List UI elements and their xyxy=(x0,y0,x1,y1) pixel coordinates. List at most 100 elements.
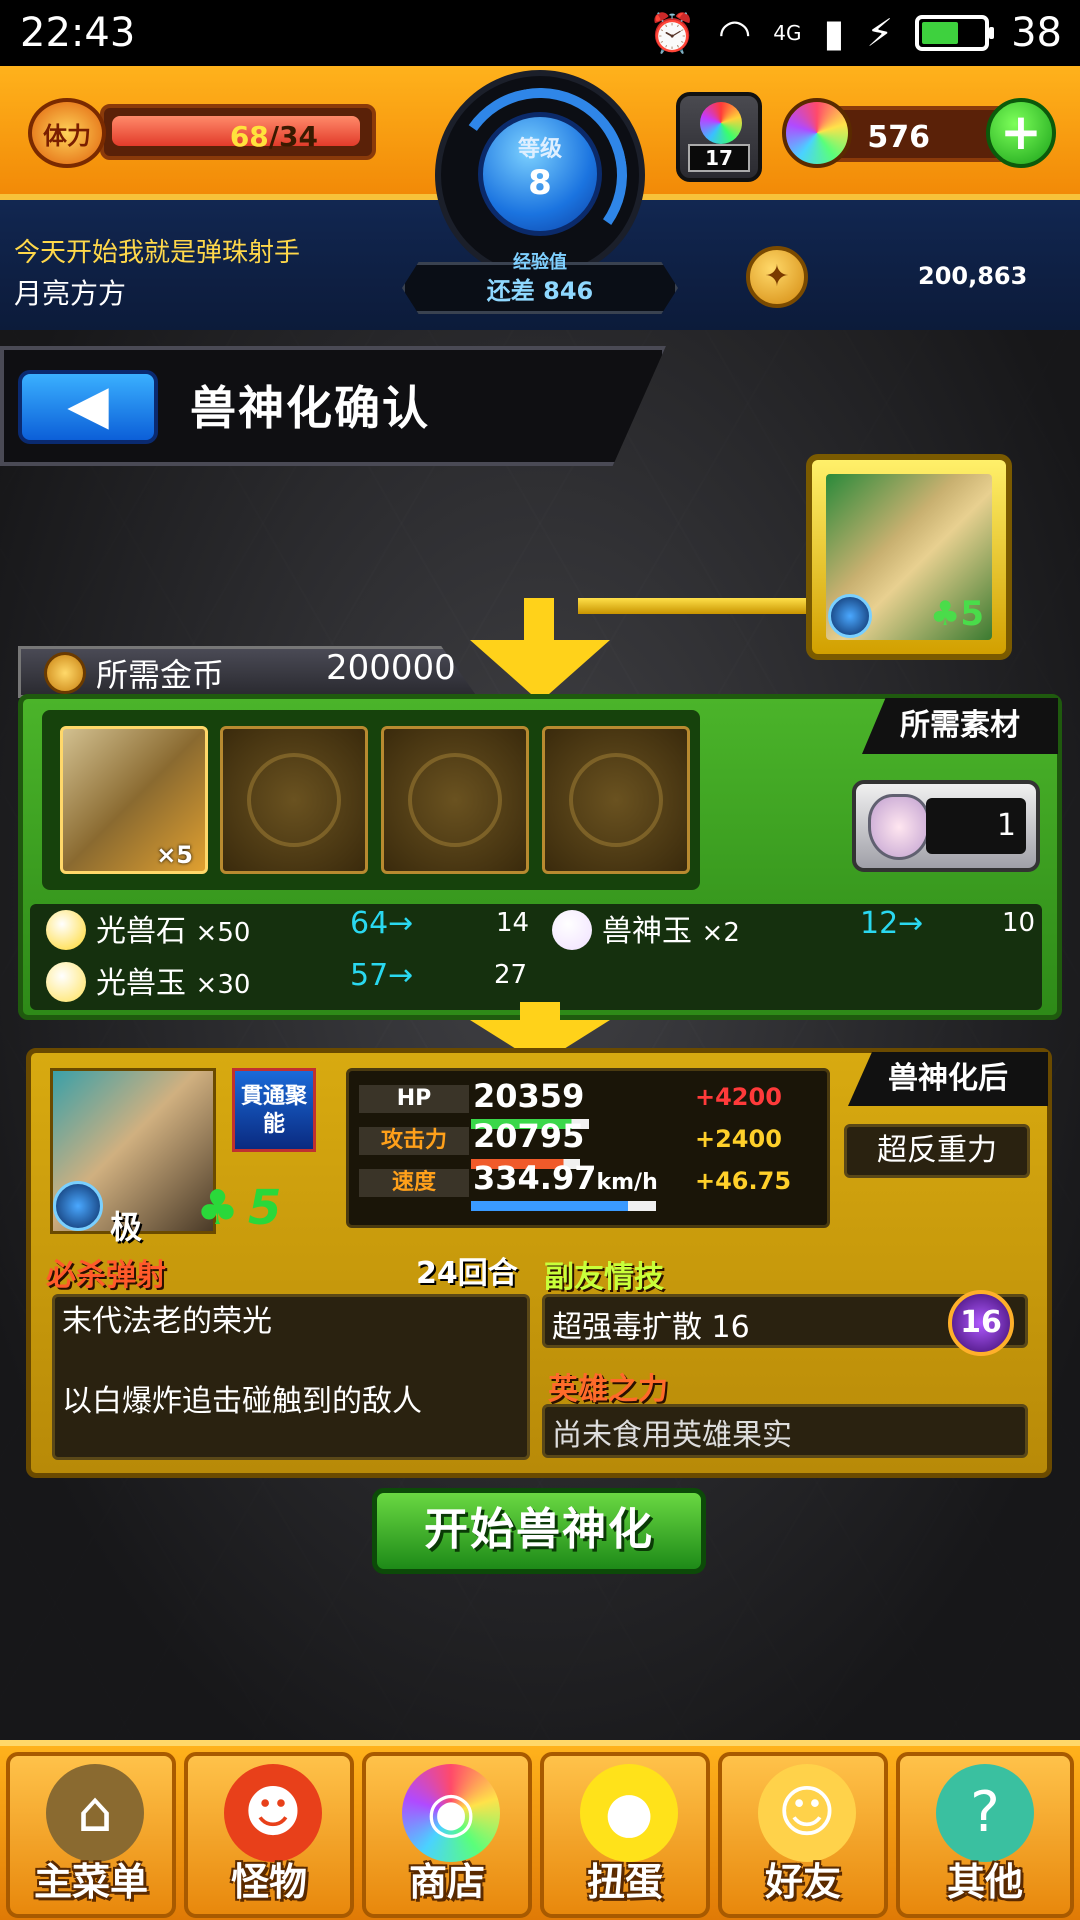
charging-icon: ⚡ xyxy=(866,11,894,55)
battery-icon xyxy=(915,15,995,51)
stat-label-hp: HP xyxy=(359,1085,469,1113)
after-tag: 兽神化后 xyxy=(848,1052,1048,1106)
nav-label: 怪物 xyxy=(230,1860,307,1904)
tower-requirement-count: 1 xyxy=(926,798,1026,854)
monster-icon: ☻ xyxy=(224,1764,322,1862)
ability-name: 超反重力 xyxy=(844,1124,1030,1178)
hero-power-text: 尚未食用英雄果实 xyxy=(552,1418,792,1453)
nav-label: 商店 xyxy=(408,1860,485,1904)
status-icons: ⏰ ◠ 4G ▮ ⚡ 38 xyxy=(649,10,1062,56)
battery-level: 38 xyxy=(1011,10,1062,56)
stats-box: HP 20359 +4200 攻击力 20795 +2400 速度 334.97… xyxy=(346,1068,830,1228)
nav-label: 其他 xyxy=(946,1860,1023,1904)
nav-label: 好友 xyxy=(764,1860,841,1904)
level-number: 8 xyxy=(528,163,552,203)
rank-badge: 极 xyxy=(110,1208,143,1246)
network-label: 4G xyxy=(773,21,802,45)
material-slot-empty[interactable] xyxy=(542,726,690,874)
tower-requirement: 1 xyxy=(852,780,1040,872)
level-label: 等级 xyxy=(517,137,562,162)
down-arrow-icon xyxy=(470,640,610,702)
material-qty: ×5 xyxy=(156,841,193,869)
stat-value-attack: 20795 xyxy=(473,1117,585,1155)
strike-shot-heading: 必杀弹射 xyxy=(46,1258,166,1293)
coin-icon xyxy=(44,652,86,694)
stone-have: 64→ xyxy=(350,906,414,941)
material-slot-filled[interactable]: ×5 xyxy=(60,726,208,874)
strike-shot-name: 末代法老的荣光 xyxy=(62,1304,272,1339)
source-star-rank: ♣5 xyxy=(929,594,984,634)
stamina-value: 68/34 xyxy=(229,120,318,153)
friend-skill-heading: 副友情技 xyxy=(544,1260,664,1295)
stat-value-hp: 20359 xyxy=(473,1077,585,1115)
status-bar: 22:43 ⏰ ◠ 4G ▮ ⚡ 38 xyxy=(0,0,1080,66)
materials-tag: 所需素材 xyxy=(862,698,1058,754)
star-count: 5 xyxy=(248,1180,282,1236)
strike-shot-desc: 以白爆炸追击碰触到的敌人 xyxy=(62,1384,422,1419)
friend-skill-name: 超强毒扩散 16 xyxy=(552,1310,750,1345)
arrow-stem xyxy=(524,598,554,646)
connector-line xyxy=(578,598,810,614)
stat-label-attack: 攻击力 xyxy=(359,1127,469,1155)
light-stone-icon xyxy=(46,910,86,950)
strike-shot-turns: 24回合 xyxy=(416,1256,518,1291)
hero-power-heading: 英雄之力 xyxy=(548,1372,668,1407)
gate-icon: ⌂ xyxy=(46,1764,144,1862)
rainbow-orb-icon: ◉ xyxy=(402,1764,500,1862)
player-name: 月亮方方 xyxy=(14,277,127,310)
nav-monsters[interactable]: ☻ 怪物 xyxy=(184,1752,354,1918)
source-monster-portrait[interactable]: ♣5 xyxy=(806,454,1012,660)
stat-bonus-hp: +4200 xyxy=(695,1083,782,1111)
stone-after: 10 xyxy=(1002,908,1036,938)
stone-after: 27 xyxy=(494,960,528,990)
nav-shop[interactable]: ◉ 商店 xyxy=(362,1752,532,1918)
cost-label: 所需金币 xyxy=(96,656,225,694)
stone-name: 兽神玉 ×2 xyxy=(602,914,740,949)
stat-bar-speed xyxy=(471,1201,656,1211)
material-slot-empty[interactable] xyxy=(220,726,368,874)
nav-gacha[interactable]: ● 扭蛋 xyxy=(540,1752,710,1918)
friends-icon: ☺ xyxy=(758,1764,856,1862)
rainbow-orb-icon xyxy=(782,98,852,168)
coin-icon: ✦ xyxy=(746,246,808,308)
stamina-icon: 体力 xyxy=(28,98,106,168)
question-icon: ? xyxy=(936,1764,1034,1862)
beast-jewel-icon xyxy=(552,910,592,950)
cost-value: 200000 xyxy=(326,648,456,688)
stone-have: 12→ xyxy=(860,906,924,941)
nav-label: 主菜单 xyxy=(33,1860,148,1904)
stone-after: 14 xyxy=(496,908,530,938)
gem-count: 576 xyxy=(867,120,930,155)
wifi-icon: ◠ xyxy=(718,11,752,55)
signal-icon: ▮ xyxy=(823,11,845,55)
piercing-ability-icon: 貫通聚能 xyxy=(232,1068,316,1152)
light-element-icon xyxy=(53,1181,103,1231)
material-slot-empty[interactable] xyxy=(381,726,529,874)
stone-name: 光兽玉 ×30 xyxy=(96,966,251,1001)
nav-friends[interactable]: ☺ 好友 xyxy=(718,1752,888,1918)
tower-count: 17 xyxy=(688,144,750,172)
tower-gem-icon xyxy=(868,794,930,860)
back-button[interactable]: ◀ xyxy=(18,370,158,444)
level-badge[interactable]: 等级 8 xyxy=(478,112,602,236)
buy-gems-button[interactable]: + xyxy=(986,98,1056,168)
clock: 22:43 xyxy=(20,10,136,56)
coin-amount: 200,863 xyxy=(918,262,1028,290)
stamina-bar: 68/34 xyxy=(100,104,376,160)
light-jewel-icon xyxy=(46,962,86,1002)
nav-main-menu[interactable]: ⌂ 主菜单 xyxy=(6,1752,176,1918)
start-evolution-button[interactable]: 开始兽神化 xyxy=(372,1488,706,1574)
page-title: 兽神化确认 xyxy=(190,381,430,435)
stat-bonus-attack: +2400 xyxy=(695,1125,782,1153)
nav-other[interactable]: ? 其他 xyxy=(896,1752,1074,1918)
nav-label: 扭蛋 xyxy=(586,1860,663,1904)
stone-name: 光兽石 ×50 xyxy=(96,914,251,949)
stat-label-speed: 速度 xyxy=(359,1169,469,1197)
tower-icon[interactable]: 17 xyxy=(676,92,762,182)
stat-bonus-speed: +46.75 xyxy=(695,1167,792,1195)
player-motto: 今天开始我就是弹珠射手 xyxy=(14,238,301,268)
friend-skill-badge: 16 xyxy=(948,1290,1014,1356)
stat-value-speed: 334.97km/h xyxy=(473,1159,658,1197)
stone-have: 57→ xyxy=(350,958,414,993)
clover-icon: ♣ xyxy=(196,1180,240,1236)
